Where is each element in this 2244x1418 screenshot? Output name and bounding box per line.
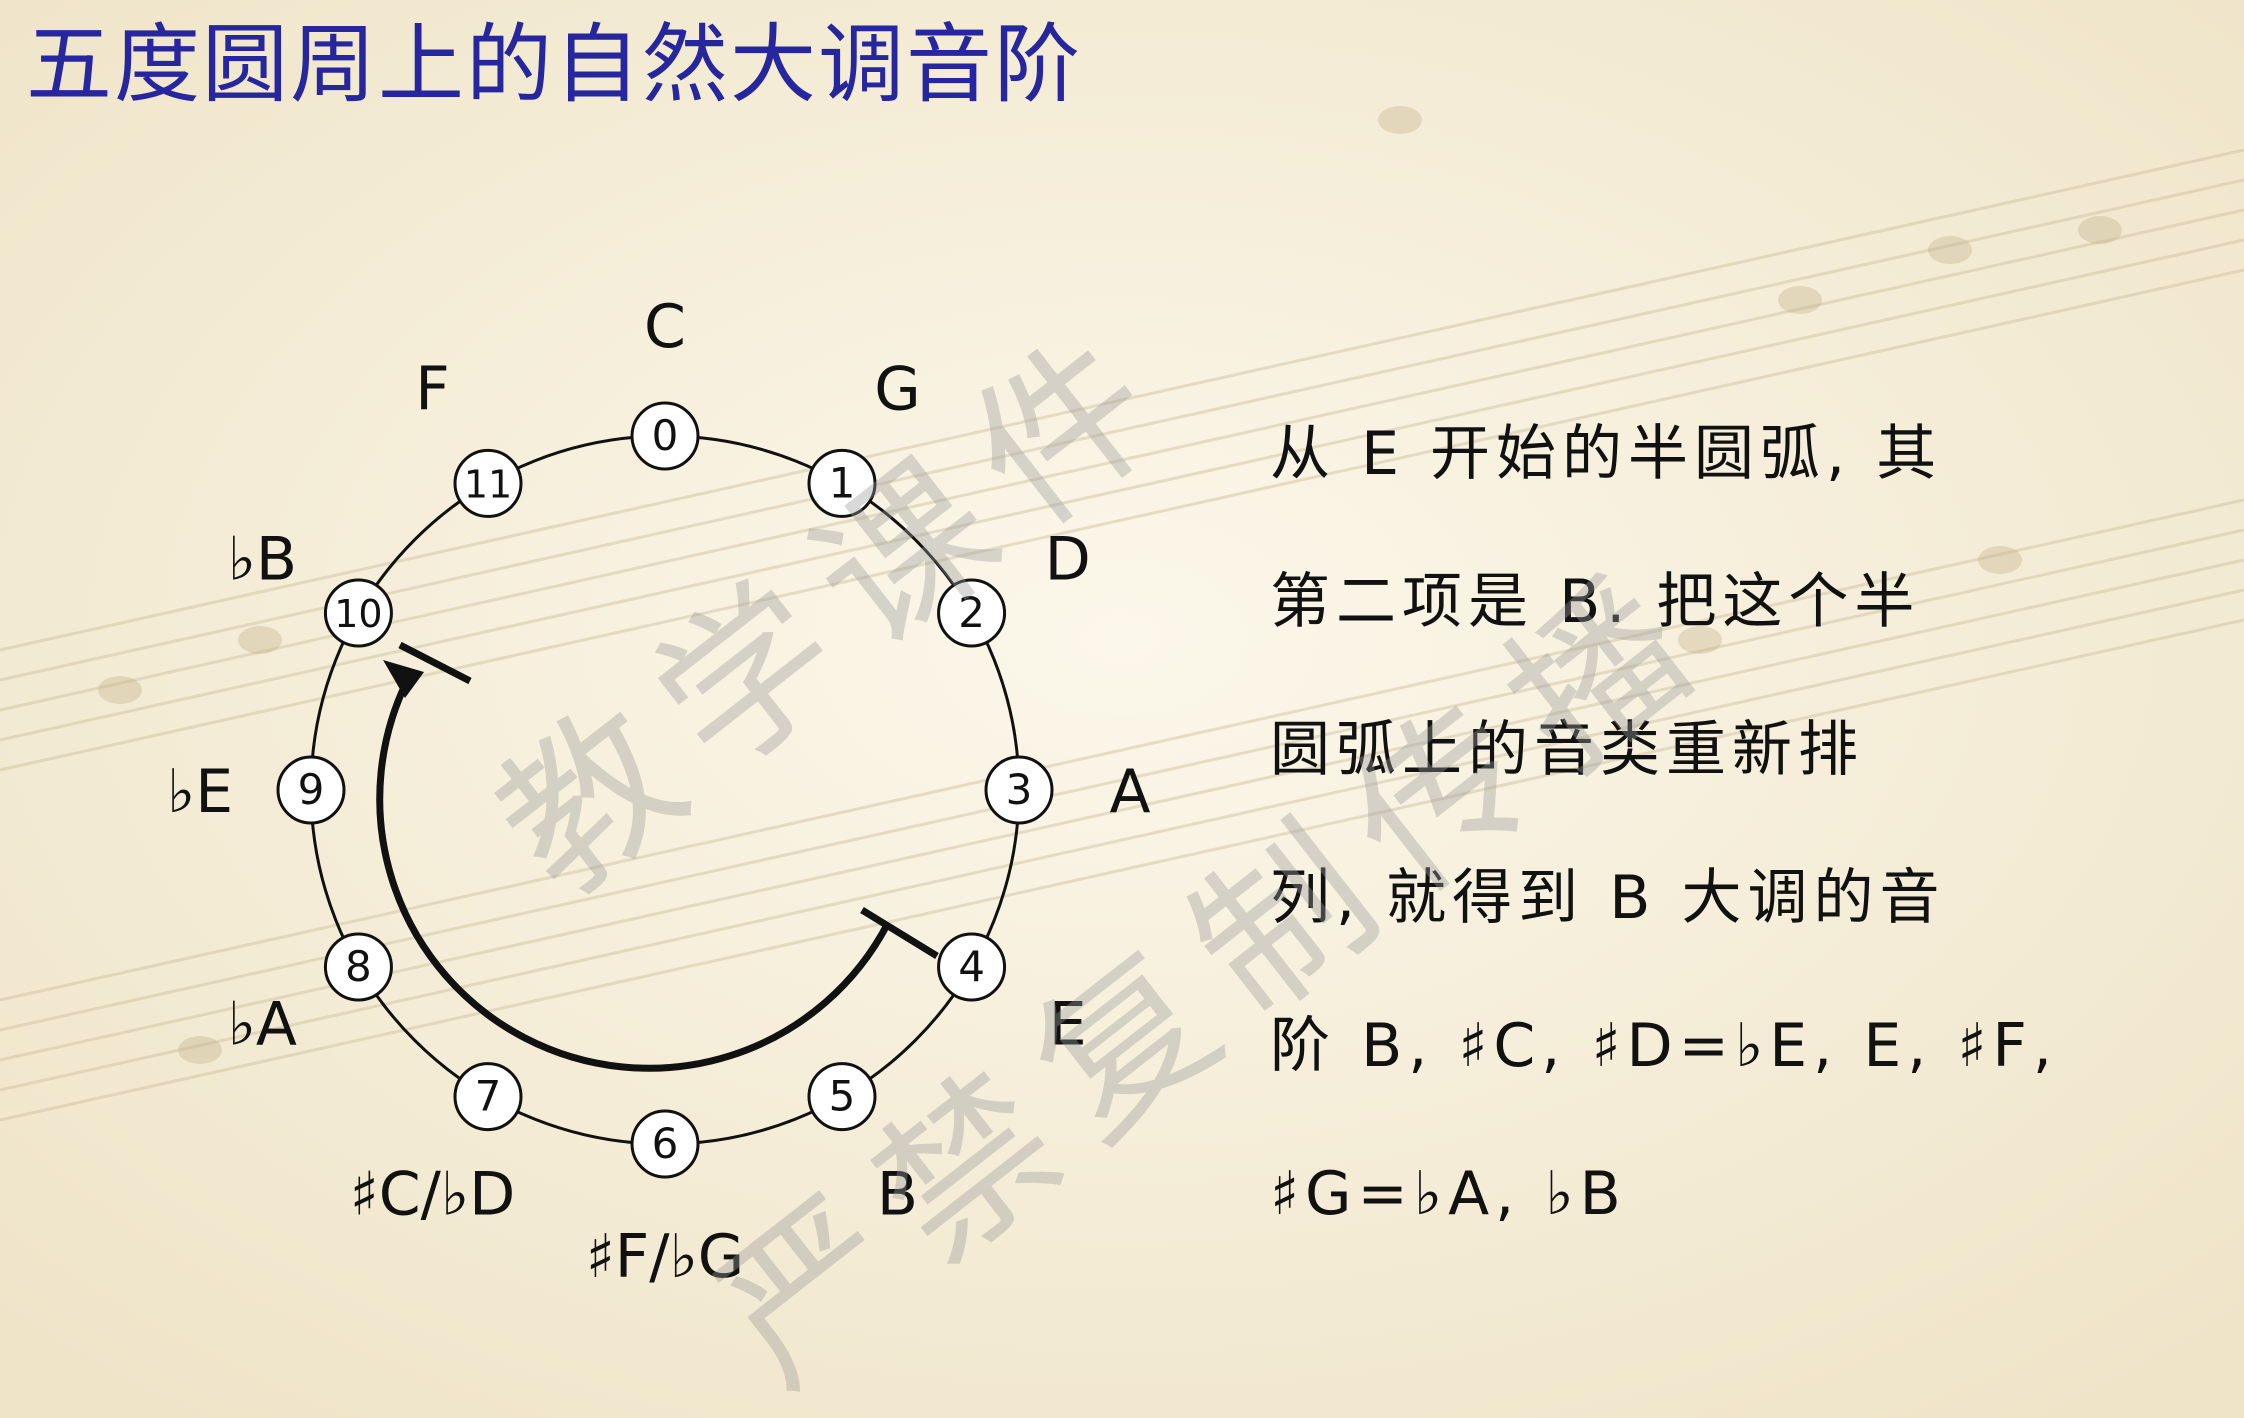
circle-node-number: 5 <box>829 1072 856 1121</box>
circle-node-number: 6 <box>652 1119 679 1168</box>
note-label: ♭A <box>228 990 297 1060</box>
note-label: D <box>1045 525 1091 595</box>
circle-node-number: 4 <box>958 942 985 991</box>
circle-node-number: 9 <box>298 765 325 814</box>
note-label: B <box>877 1160 918 1230</box>
description-line: 圆弧上的音类重新排 <box>1270 715 1864 785</box>
semicircle-arc <box>376 673 892 1072</box>
note-label: ♯C/♭D <box>350 1160 516 1230</box>
circle-of-fifths-ring <box>309 434 1021 1146</box>
circle-node-number: 8 <box>345 942 372 991</box>
circle-node-number: 11 <box>464 462 512 506</box>
note-label: A <box>1109 757 1150 827</box>
circle-node-number: 10 <box>334 592 382 636</box>
circle-node-number: 0 <box>652 411 679 460</box>
note-label: G <box>874 354 921 424</box>
description-line: 第二项是 B. 把这个半 <box>1270 567 1921 637</box>
description-line: 阶 B, ♯C, ♯D=♭E, E, ♯F, <box>1270 1011 2058 1081</box>
description-text: 从 E 开始的半圆弧, 其 第二项是 B. 把这个半 圆弧上的音类重新排 列, … <box>1270 380 2058 1268</box>
note-label: ♭B <box>228 525 297 595</box>
arc-arrowhead <box>383 660 424 698</box>
description-line: 列, 就得到 B 大调的音 <box>1270 863 1946 933</box>
note-label: E <box>1049 990 1087 1060</box>
description-line: ♯G=♭A, ♭B <box>1270 1159 1627 1229</box>
note-label: ♯F/♭G <box>586 1222 745 1292</box>
circle-node-number: 1 <box>829 458 856 507</box>
note-label: F <box>415 354 450 424</box>
note-label: ♭E <box>167 757 233 827</box>
description-line: 从 E 开始的半圆弧, 其 <box>1270 419 1943 489</box>
circle-node-number: 3 <box>1006 765 1033 814</box>
note-label: C <box>644 292 686 362</box>
circle-node-number: 2 <box>958 588 985 637</box>
circle-node-number: 7 <box>475 1072 502 1121</box>
